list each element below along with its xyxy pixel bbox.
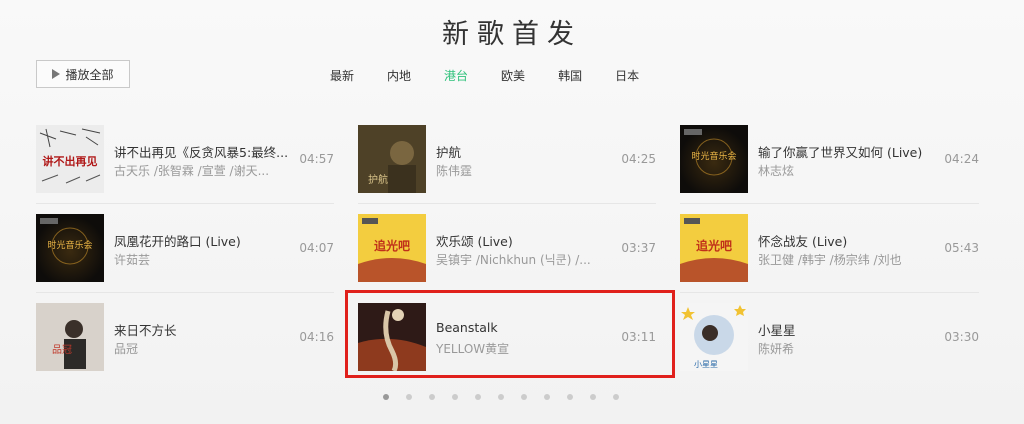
pagination-dots — [383, 394, 636, 400]
page-dot-7[interactable] — [521, 394, 527, 400]
svg-text:追光吧: 追光吧 — [696, 238, 732, 253]
region-tabs: 最新 内地 港台 欧美 韩国 日本 — [330, 67, 672, 85]
page-dot-6[interactable] — [498, 394, 504, 400]
album-cover[interactable]: 时光音乐会 — [680, 125, 748, 193]
song-artist[interactable]: 许茹芸 — [114, 251, 150, 268]
album-cover[interactable]: 品冠 — [36, 303, 104, 371]
song-duration: 04:25 — [621, 152, 656, 166]
tab-japan[interactable]: 日本 — [615, 67, 639, 85]
page-dot-3[interactable] — [429, 394, 435, 400]
song-duration: 04:57 — [299, 152, 334, 166]
song-column-3: 时光音乐会 输了你赢了世界又如何 (Live) 林志炫 04:24 追光吧 怀念… — [680, 115, 979, 381]
song-item[interactable]: 时光音乐会 输了你赢了世界又如何 (Live) 林志炫 04:24 — [680, 115, 979, 204]
song-duration: 04:07 — [299, 241, 334, 255]
play-all-button[interactable]: 播放全部 — [36, 60, 130, 88]
song-duration: 03:37 — [621, 241, 656, 255]
page-dot-1[interactable] — [383, 394, 389, 400]
song-duration: 04:24 — [944, 152, 979, 166]
song-duration: 04:16 — [299, 330, 334, 344]
song-column-1: 讲不出再见 讲不出再见《反贪风暴5:最终... 古天乐 /张智霖 /宣萱 /谢天… — [36, 115, 334, 381]
song-artist[interactable]: 张卫健 /韩宇 /杨宗纬 /刘也 — [758, 251, 902, 268]
song-duration: 03:30 — [944, 330, 979, 344]
play-all-label: 播放全部 — [65, 67, 114, 82]
album-cover[interactable]: 追光吧 — [358, 214, 426, 282]
svg-text:小星星: 小星星 — [694, 360, 718, 369]
song-artist[interactable]: 陈妍希 — [758, 340, 794, 357]
song-name[interactable]: 凤凰花开的路口 (Live) — [114, 231, 241, 250]
song-item[interactable]: 品冠 来日不方长 品冠 04:16 — [36, 293, 334, 381]
album-cover[interactable]: 讲不出再见 — [36, 125, 104, 193]
album-cover[interactable]: 时光音乐会 — [36, 214, 104, 282]
svg-text:追光吧: 追光吧 — [374, 238, 410, 253]
song-name[interactable]: 欢乐颂 (Live) — [436, 231, 513, 250]
tab-latest[interactable]: 最新 — [330, 67, 354, 85]
tab-mainland[interactable]: 内地 — [387, 67, 411, 85]
album-cover[interactable]: 护航 — [358, 125, 426, 193]
tab-western[interactable]: 欧美 — [501, 67, 525, 85]
album-cover[interactable]: 小星星 — [680, 303, 748, 371]
page-dot-2[interactable] — [406, 394, 412, 400]
tab-hk-tw[interactable]: 港台 — [444, 67, 468, 85]
svg-text:时光音乐会: 时光音乐会 — [47, 239, 92, 251]
svg-text:品冠: 品冠 — [52, 344, 72, 356]
page-dot-9[interactable] — [567, 394, 573, 400]
play-icon — [52, 69, 61, 79]
song-artist[interactable]: 吴镇宇 /Nichkhun (닉쿤) /... — [436, 251, 591, 268]
page-dot-4[interactable] — [452, 394, 458, 400]
song-artist[interactable]: 林志炫 — [758, 162, 794, 179]
new-songs-page: 新歌首发 播放全部 最新 内地 港台 欧美 韩国 日本 讲不出再见 讲不出再见《… — [0, 0, 1024, 424]
song-item[interactable]: 护航 护航 陈伟霆 04:25 — [358, 115, 656, 204]
song-item[interactable]: 时光音乐会 凤凰花开的路口 (Live) 许茹芸 04:07 — [36, 204, 334, 293]
svg-text:护航: 护航 — [368, 173, 388, 186]
page-dot-5[interactable] — [475, 394, 481, 400]
song-name[interactable]: 来日不方长 — [114, 320, 177, 339]
svg-text:时光音乐会: 时光音乐会 — [691, 150, 736, 162]
song-item[interactable]: 追光吧 怀念战友 (Live) 张卫健 /韩宇 /杨宗纬 /刘也 05:43 — [680, 204, 979, 293]
album-cover[interactable]: 追光吧 — [680, 214, 748, 282]
selection-highlight-box — [345, 290, 675, 378]
song-artist[interactable]: 品冠 — [114, 340, 138, 357]
tab-korea[interactable]: 韩国 — [558, 67, 582, 85]
song-name[interactable]: 讲不出再见《反贪风暴5:最终... — [114, 142, 288, 161]
svg-text:讲不出再见: 讲不出再见 — [43, 154, 98, 168]
page-title: 新歌首发 — [442, 19, 582, 50]
song-artist[interactable]: 古天乐 /张智霖 /宣萱 /谢天... — [114, 162, 269, 179]
song-name[interactable]: 怀念战友 (Live) — [758, 231, 847, 250]
song-item[interactable]: 小星星 小星星 陈妍希 03:30 — [680, 293, 979, 381]
song-item[interactable]: 追光吧 欢乐颂 (Live) 吴镇宇 /Nichkhun (닉쿤) /... 0… — [358, 204, 656, 293]
page-dot-8[interactable] — [544, 394, 550, 400]
page-dot-10[interactable] — [590, 394, 596, 400]
song-item[interactable]: 讲不出再见 讲不出再见《反贪风暴5:最终... 古天乐 /张智霖 /宣萱 /谢天… — [36, 115, 334, 204]
song-duration: 05:43 — [944, 241, 979, 255]
song-name[interactable]: 护航 — [436, 142, 461, 161]
song-name[interactable]: 输了你赢了世界又如何 (Live) — [758, 142, 922, 161]
song-artist[interactable]: 陈伟霆 — [436, 162, 472, 179]
song-name[interactable]: 小星星 — [758, 320, 796, 339]
page-dot-11[interactable] — [613, 394, 619, 400]
